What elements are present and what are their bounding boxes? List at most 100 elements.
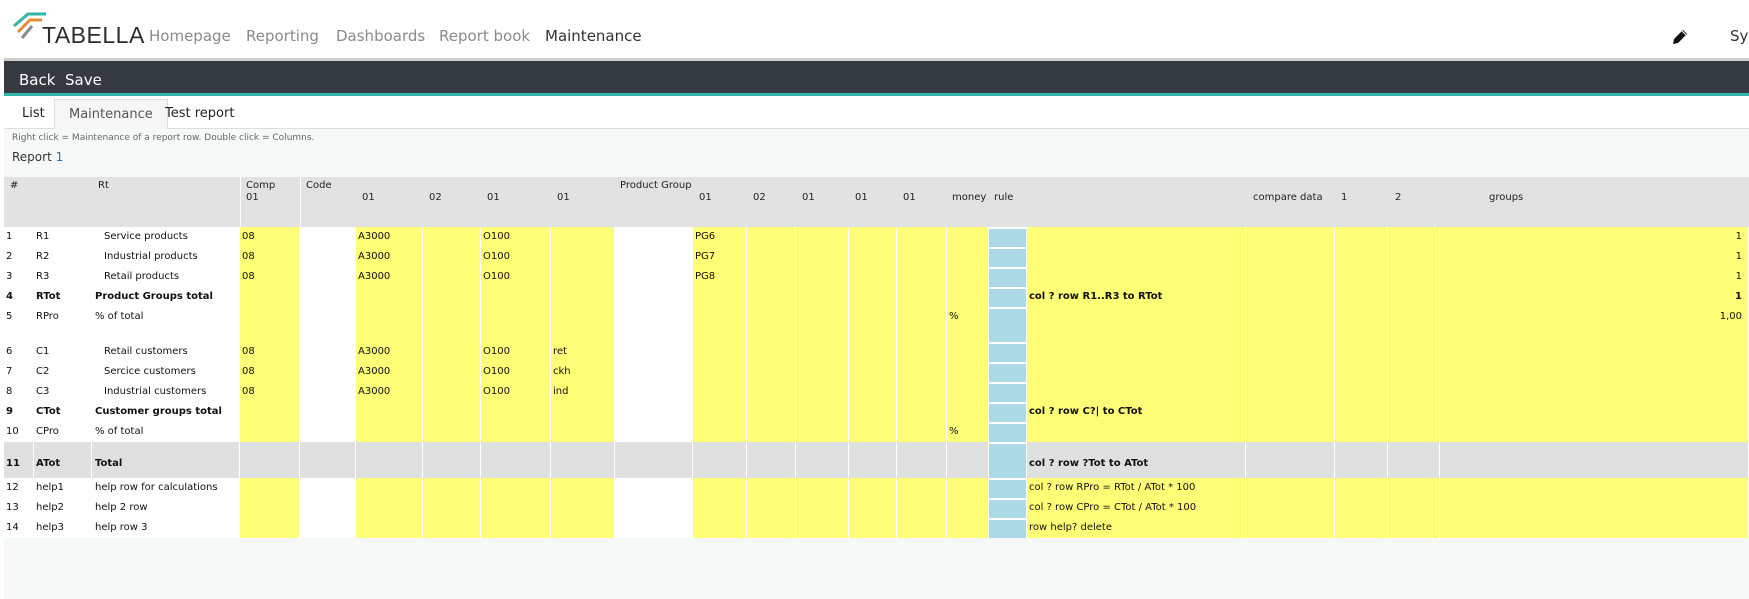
cell-groups[interactable]	[1440, 442, 1749, 478]
cell-groups[interactable]	[1440, 518, 1749, 538]
cell-empty[interactable]	[849, 287, 897, 307]
cell-code1[interactable]	[356, 478, 423, 498]
cell-code3[interactable]	[481, 307, 551, 342]
cell-empty[interactable]	[1246, 422, 1335, 442]
cell-groups[interactable]	[1440, 342, 1749, 362]
cell-empty[interactable]	[1388, 442, 1440, 478]
cell-empty[interactable]	[1335, 227, 1388, 247]
cell-empty[interactable]	[897, 307, 947, 342]
cell-empty[interactable]	[796, 382, 849, 402]
cell-empty[interactable]	[615, 402, 693, 422]
cell-pg1[interactable]	[693, 518, 747, 538]
cell-groups[interactable]: 1	[1440, 247, 1749, 267]
cell-code1[interactable]: A3000	[356, 342, 423, 362]
cell-code3[interactable]	[481, 422, 551, 442]
cell-money[interactable]: %	[947, 307, 989, 342]
cell-empty[interactable]	[796, 478, 849, 498]
cell-empty[interactable]	[796, 518, 849, 538]
cell-empty[interactable]	[1388, 247, 1440, 267]
cell-empty[interactable]	[747, 478, 796, 498]
cell-rule-text[interactable]: row help? delete	[1027, 518, 1246, 538]
cell-money[interactable]	[947, 382, 989, 402]
nav-homepage[interactable]: Homepage	[149, 27, 231, 45]
pencil-icon[interactable]	[1670, 27, 1690, 47]
cell-empty[interactable]	[615, 478, 693, 498]
cell-empty[interactable]	[747, 247, 796, 267]
cell-empty[interactable]	[796, 442, 849, 478]
cell-empty[interactable]	[897, 267, 947, 287]
cell-comp[interactable]: 08	[240, 247, 300, 267]
cell-empty[interactable]	[423, 267, 481, 287]
cell-code4[interactable]	[551, 227, 615, 247]
cell-code1[interactable]: A3000	[356, 382, 423, 402]
cell-code4[interactable]	[551, 267, 615, 287]
cell-pg1[interactable]	[693, 402, 747, 422]
cell-comp[interactable]: 08	[240, 342, 300, 362]
cell-empty[interactable]	[615, 342, 693, 362]
cell-empty[interactable]	[423, 382, 481, 402]
cell-empty[interactable]	[615, 227, 693, 247]
cell-groups[interactable]: 1,00	[1440, 307, 1749, 342]
cell-code3[interactable]: O100	[481, 227, 551, 247]
tabella-logo[interactable]: TABELLA	[12, 12, 144, 48]
cell-empty[interactable]	[989, 518, 1027, 538]
cell-rule-text[interactable]: col ? row CPro = CTot / ATot * 100	[1027, 498, 1246, 518]
cell-code1[interactable]	[356, 287, 423, 307]
cell-empty[interactable]	[849, 227, 897, 247]
cell-empty[interactable]	[989, 362, 1027, 382]
cell-empty[interactable]	[423, 422, 481, 442]
cell-empty[interactable]	[897, 498, 947, 518]
cell-rule-text[interactable]	[1027, 307, 1246, 342]
table-row[interactable]: 13 help2 help 2 row col ? row CPro = CTot /…	[4, 498, 1749, 518]
nav-dashboards[interactable]: Dashboards	[336, 27, 425, 45]
cell-code4[interactable]	[551, 422, 615, 442]
cell-empty[interactable]	[423, 402, 481, 422]
cell-empty[interactable]	[300, 227, 356, 247]
cell-empty[interactable]	[849, 478, 897, 498]
nav-report-book[interactable]: Report book	[439, 27, 530, 45]
cell-money[interactable]	[947, 498, 989, 518]
cell-empty[interactable]	[849, 518, 897, 538]
cell-empty[interactable]	[1335, 287, 1388, 307]
table-row[interactable]: 5 RPro% of total% 1,00	[4, 307, 1749, 342]
cell-rule-text[interactable]	[1027, 342, 1246, 362]
cell-pg1[interactable]	[693, 498, 747, 518]
cell-empty[interactable]	[989, 478, 1027, 498]
cell-code4[interactable]: ind	[551, 382, 615, 402]
cell-empty[interactable]	[796, 342, 849, 362]
tab-test-report[interactable]: Test report	[151, 99, 248, 129]
cell-empty[interactable]	[615, 267, 693, 287]
cell-pg1[interactable]	[693, 287, 747, 307]
cell-empty[interactable]	[849, 362, 897, 382]
cell-empty[interactable]	[796, 287, 849, 307]
table-row[interactable]: 7 C2 Sercice customers 08 A3000 O100 ckh	[4, 362, 1749, 382]
cell-code3[interactable]	[481, 442, 551, 478]
cell-empty[interactable]	[747, 382, 796, 402]
cell-empty[interactable]	[849, 342, 897, 362]
cell-money[interactable]	[947, 287, 989, 307]
cell-groups[interactable]: 1	[1440, 287, 1749, 307]
cell-empty[interactable]	[897, 442, 947, 478]
cell-empty[interactable]	[796, 498, 849, 518]
cell-empty[interactable]	[989, 247, 1027, 267]
cell-code1[interactable]	[356, 498, 423, 518]
cell-rule-text[interactable]: col ? row ?Tot to ATot	[1027, 442, 1246, 478]
cell-empty[interactable]	[1246, 442, 1335, 478]
cell-empty[interactable]	[989, 267, 1027, 287]
back-button[interactable]: Back	[19, 71, 55, 89]
cell-code1[interactable]	[356, 422, 423, 442]
table-row[interactable]: 4 RTot Product Groups total col ? row R1..R…	[4, 287, 1749, 307]
cell-code4[interactable]	[551, 518, 615, 538]
cell-comp[interactable]: 08	[240, 227, 300, 247]
cell-code4[interactable]	[551, 478, 615, 498]
cell-money[interactable]	[947, 362, 989, 382]
cell-empty[interactable]	[1388, 227, 1440, 247]
cell-code4[interactable]	[551, 287, 615, 307]
cell-empty[interactable]	[423, 247, 481, 267]
cell-code3[interactable]: O100	[481, 267, 551, 287]
cell-rule-text[interactable]	[1027, 227, 1246, 247]
cell-money[interactable]	[947, 442, 989, 478]
cell-comp[interactable]	[240, 498, 300, 518]
cell-comp[interactable]: 08	[240, 267, 300, 287]
cell-empty[interactable]	[300, 362, 356, 382]
